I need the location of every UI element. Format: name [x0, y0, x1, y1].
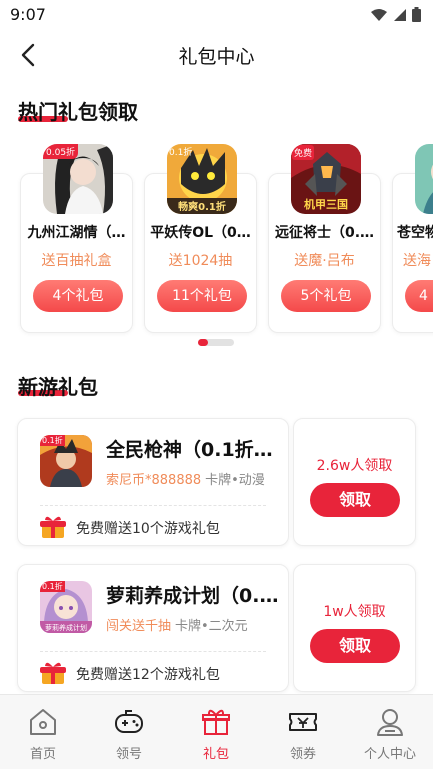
hot-gift-subtitle: 送魔·吕布 [294, 253, 355, 269]
claim-panel: 2.6w人领取 领取 [293, 418, 416, 546]
tab-gifts[interactable]: 礼包 [173, 695, 259, 769]
gift-count-button[interactable]: 4个礼包 [33, 280, 123, 312]
new-game-name: 萝莉养成计划（0.… [106, 585, 279, 607]
game-icon-luoli: 0.1折 萝莉养成计划 [40, 581, 92, 633]
game-icon-pingyao: 0.1折 畅爽0.1折 [167, 144, 237, 214]
hot-section-title: 热门礼包领取 [18, 100, 138, 124]
tab-coupons[interactable]: 领券 [260, 695, 346, 769]
claim-panel: 1w人领取 领取 [293, 564, 416, 692]
gift-count-button[interactable]: 5个礼包 [281, 280, 371, 312]
tab-accounts[interactable]: 领号 [86, 695, 172, 769]
gift-box-icon [40, 515, 66, 539]
new-game-tags: 卡牌•动漫 [205, 473, 265, 488]
new-game-meta: 闯关送千抽 卡牌•二次元 [106, 615, 248, 634]
hot-gift-subtitle: 送1024抽 [168, 253, 233, 269]
hot-gift-card[interactable]: 免费 机甲三国 远征将士（0.… 送魔·吕布 5个礼包 [268, 144, 381, 333]
new-game-card[interactable]: 0.1折 全民枪神（0.1折… 索尼币*888888 卡牌•动漫 免费赠送10个游… [17, 418, 289, 546]
game-icon-caption: 萝莉养成计划 [45, 624, 87, 632]
tab-label: 领号 [115, 747, 142, 762]
game-icon-jiuzhou: 0.05折 [43, 144, 113, 214]
hot-gift-name: 苍空物 [397, 225, 433, 241]
new-game-tags: 卡牌•二次元 [175, 619, 248, 634]
tab-label: 领券 [289, 747, 316, 762]
coupon-icon [289, 713, 317, 731]
signal-icon [394, 8, 406, 21]
game-icon-caption: 机甲三国 [304, 198, 348, 211]
user-icon [377, 709, 403, 736]
game-discount-badge: 0.05折 [43, 144, 79, 159]
nav-bar: 礼包中心 [0, 30, 433, 80]
new-game-gifts-text: 免费赠送12个游戏礼包 [76, 667, 220, 683]
page-title: 礼包中心 [178, 46, 255, 68]
carousel-indicator-active [198, 339, 208, 346]
divider [40, 651, 266, 652]
hot-gift-name: 远征将士（0.… [274, 225, 375, 241]
hot-gift-card[interactable]: 苍空物 送海 4 [392, 144, 433, 333]
new-game-name: 全民枪神（0.1折… [106, 439, 273, 461]
claim-count: 2.6w人领取 [316, 458, 393, 474]
game-discount-badge: 免费 [292, 145, 315, 160]
hot-gift-name: 九州江湖情（… [27, 225, 126, 241]
game-discount-badge: 0.1折 [169, 148, 193, 158]
game-icon-caption: 畅爽0.1折 [178, 202, 226, 213]
game-icon-quanmin: 0.1折 [40, 435, 92, 487]
new-game-meta: 索尼币*888888 卡牌•动漫 [106, 469, 265, 488]
new-section-title: 新游礼包 [18, 375, 98, 399]
gift-icon [202, 709, 230, 735]
wifi-icon [371, 8, 387, 21]
status-bar: 9:07 [0, 0, 433, 30]
hot-gift-card[interactable]: 0.1折 畅爽0.1折 平妖传OL（0… 送1024抽 11个礼包 [144, 144, 257, 333]
hot-gift-subtitle: 送海 [403, 253, 431, 269]
home-icon [30, 709, 56, 735]
claim-button[interactable]: 领取 [310, 629, 400, 663]
tab-profile[interactable]: 个人中心 [347, 695, 433, 769]
hot-gift-card[interactable]: 0.05折 九州江湖情（… 送百抽礼盒 4个礼包 [20, 144, 133, 333]
gift-count-button[interactable]: 4 [405, 280, 433, 312]
gift-count-button[interactable]: 11个礼包 [157, 280, 247, 312]
tab-label: 礼包 [202, 747, 229, 762]
game-icon-yuanzheng: 免费 机甲三国 [291, 144, 361, 214]
game-discount-badge: 0.1折 [40, 435, 65, 446]
divider [40, 505, 266, 506]
battery-icon [412, 7, 421, 22]
gift-box-icon [40, 661, 66, 685]
carousel-indicator [198, 339, 234, 346]
new-game-highlight: 闯关送千抽 [106, 619, 172, 634]
hot-gift-subtitle: 送百抽礼盒 [41, 253, 112, 269]
tab-label: 个人中心 [363, 747, 416, 762]
content-area[interactable]: 热门礼包领取 0.05折 九州江湖情（… 送百抽礼盒 4个礼包 0.1折 畅爽0… [0, 80, 433, 694]
gamepad-icon [115, 710, 143, 733]
tab-home[interactable]: 首页 [0, 695, 86, 769]
claim-count: 1w人领取 [323, 604, 386, 620]
game-icon-cangkong [415, 144, 433, 214]
hot-gift-name: 平妖传OL（0… [150, 225, 251, 241]
status-icons [370, 7, 421, 22]
claim-button[interactable]: 领取 [310, 483, 400, 517]
new-game-gifts-text: 免费赠送10个游戏礼包 [76, 521, 220, 537]
game-discount-badge: 0.1折 [40, 581, 65, 592]
tab-label: 首页 [29, 747, 56, 762]
status-time: 9:07 [10, 5, 46, 24]
new-game-card[interactable]: 0.1折 萝莉养成计划 萝莉养成计划（0.… 闯关送千抽 卡牌•二次元 免费赠送1… [17, 564, 289, 692]
bottom-tab-bar: 首页 领号 礼包 领券 个人中心 [0, 694, 433, 769]
new-game-highlight: 索尼币*888888 [106, 473, 202, 488]
